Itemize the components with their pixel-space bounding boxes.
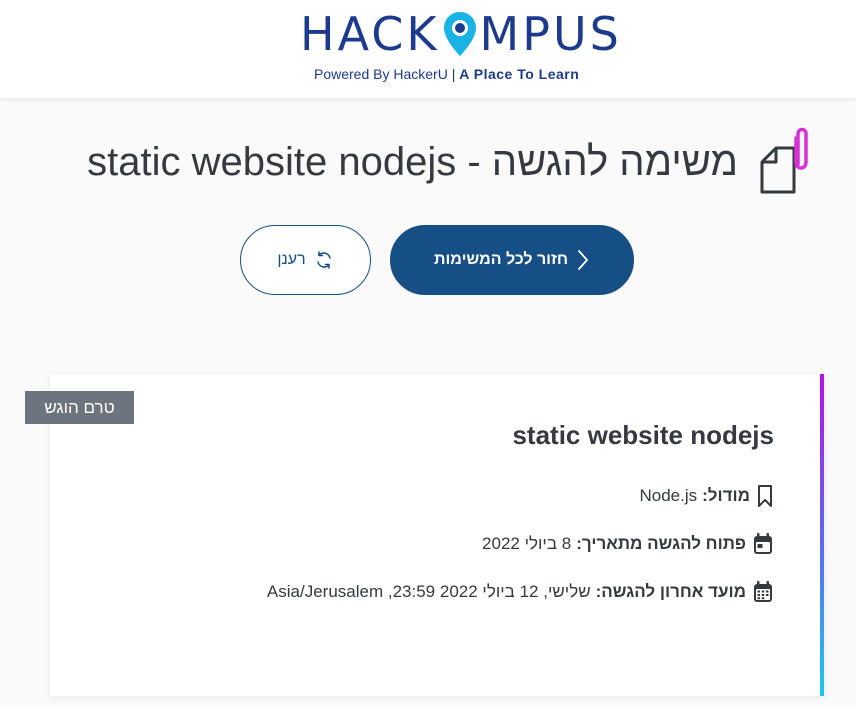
module-value: Node.js [639, 486, 698, 505]
open-date-label: פתוח להגשה מתאריך: [576, 534, 746, 553]
calendar-event-icon [754, 533, 772, 554]
logo-text-left: HACK [300, 7, 440, 61]
site-header: HACK MPUS Powered By HackerU | A Place T… [0, 0, 856, 98]
logo-tagline: Powered By HackerU | A Place To Learn [314, 66, 579, 82]
calendar-grid-icon [754, 581, 772, 602]
logo-tagline-left: Powered By HackerU | [314, 66, 456, 82]
deadline-row: מועד אחרון להגשה: שלישי, 12 ביולי 2022 2… [267, 579, 774, 605]
refresh-icon [316, 251, 331, 269]
module-row: מודול: Node.js [639, 483, 774, 509]
location-pin-icon [443, 12, 476, 56]
open-date-value: 8 ביולי 2022 [482, 534, 572, 553]
back-button-label: חזור לכל המשימות [433, 251, 569, 268]
logo-text-right: MPUS [479, 7, 622, 61]
refresh-button[interactable]: רענן [240, 225, 371, 295]
task-title: static website nodejs [512, 420, 774, 450]
open-date-row: פתוח להגשה מתאריך: 8 ביולי 2022 [482, 531, 774, 557]
deadline-value: שלישי, 12 ביולי 2022 23:59, Asia/Jerusal… [266, 582, 591, 601]
chevron-right-icon [578, 250, 588, 270]
deadline-label: מועד אחרון להגשה: [595, 582, 746, 601]
paperclip-document-icon [760, 127, 808, 194]
logo-wordmark: HACK MPUS [300, 6, 622, 62]
module-label: מודול: [702, 486, 750, 505]
page-title: משימה להגשה - static website nodejs [87, 139, 738, 184]
status-badge: טרם הוגש [25, 391, 134, 424]
hackampus-logo[interactable]: HACK MPUS Powered By HackerU | A Place T… [300, 6, 646, 86]
card-accent-bar [820, 374, 824, 696]
page-title-row: משימה להגשה - static website nodejs [87, 122, 812, 202]
bookmark-icon [758, 485, 772, 507]
back-to-all-tasks-button[interactable]: חזור לכל המשימות [390, 225, 634, 295]
logo-tagline-right: A Place To Learn [459, 66, 580, 82]
refresh-button-label: רענן [277, 251, 306, 268]
